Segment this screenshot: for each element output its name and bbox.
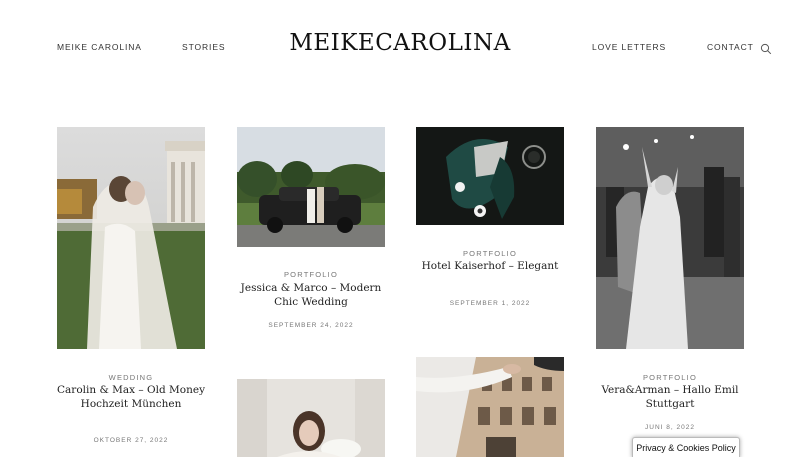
post-image-jessica-marco[interactable] — [237, 127, 385, 247]
post-category[interactable]: PORTFOLIO — [596, 373, 744, 382]
post-image-vera-arman[interactable] — [596, 127, 744, 349]
post-category[interactable]: PORTFOLIO — [237, 270, 385, 279]
post-image-hotel-kaiserhof[interactable] — [416, 127, 564, 225]
post-title[interactable]: Vera&Arman – Hallo Emil Stuttgart — [596, 384, 744, 411]
post-title[interactable]: Hotel Kaiserhof – Elegant — [416, 260, 564, 274]
post-image-building[interactable] — [416, 357, 564, 457]
post-title[interactable]: Carolin & Max – Old Money Hochzeit Münch… — [57, 384, 205, 411]
post-image-carolin-max[interactable] — [57, 127, 205, 349]
post-category[interactable]: PORTFOLIO — [416, 249, 564, 258]
search-icon[interactable] — [760, 42, 772, 55]
nav-love-letters[interactable]: LOVE LETTERS — [592, 42, 666, 52]
post-date: JUNI 8, 2022 — [645, 424, 695, 431]
post-date: SEPTEMBER 1, 2022 — [449, 300, 531, 307]
post-image-bride-bouquet[interactable] — [237, 379, 385, 457]
post-title[interactable]: Jessica & Marco – Modern Chic Wedding — [237, 282, 385, 309]
privacy-cookies-button[interactable]: Privacy & Cookies Policy — [632, 437, 740, 457]
post-date: SEPTEMBER 24, 2022 — [268, 322, 354, 329]
nav-contact[interactable]: CONTACT — [707, 42, 754, 52]
site-logo[interactable]: MEIKECAROLINA — [0, 30, 800, 56]
post-date: OKTOBER 27, 2022 — [93, 437, 169, 444]
post-category[interactable]: WEDDING — [57, 373, 205, 382]
